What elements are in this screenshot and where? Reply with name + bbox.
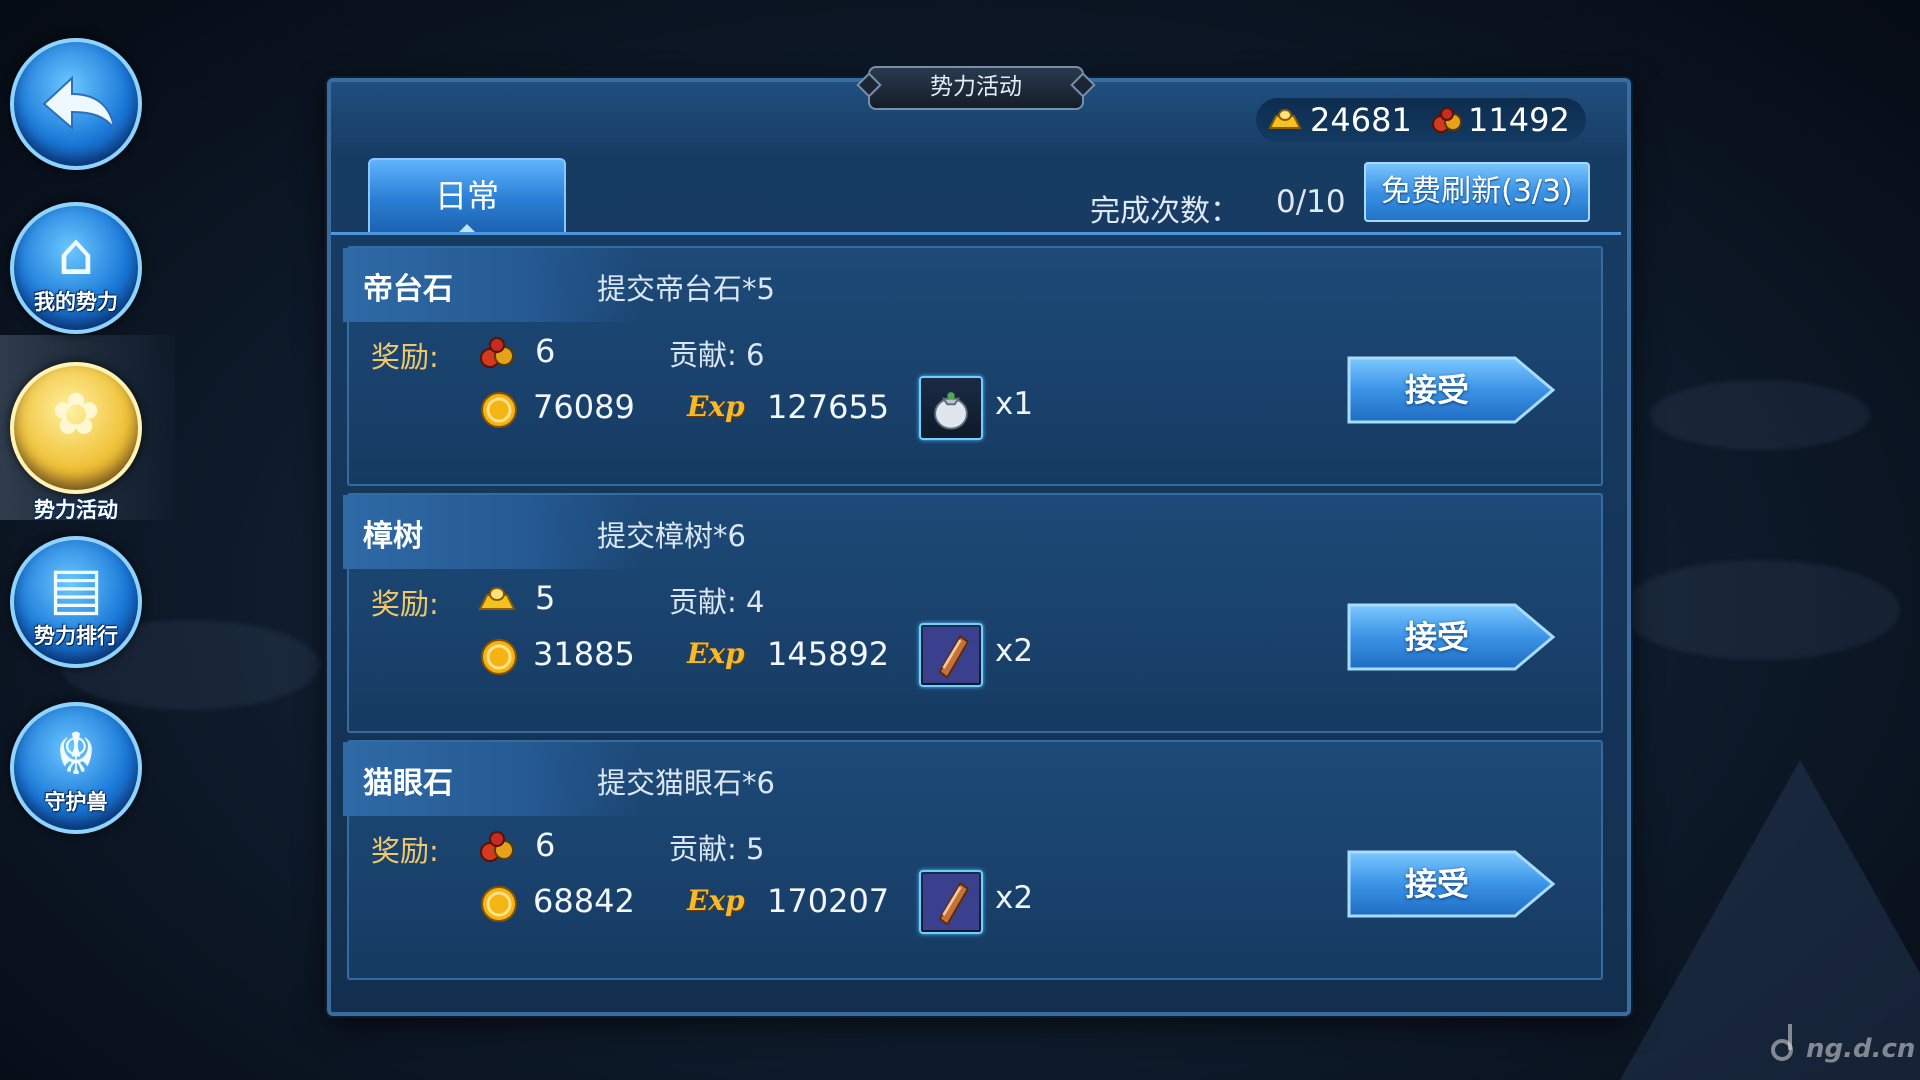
contribution-value: 贡献: 6 (669, 338, 765, 372)
tab-daily[interactable]: 日常 (368, 158, 566, 232)
task-desc: 提交樟树*6 (597, 519, 746, 553)
complete-count-value: 0/10 (1276, 184, 1346, 220)
panel-title: 势力活动 (868, 66, 1084, 110)
gold-amount: 24681 (1310, 101, 1412, 139)
guardian-beast-icon: ☬ (55, 720, 97, 788)
reward-item-slot[interactable] (919, 376, 983, 440)
exp-value: 127655 (767, 388, 890, 426)
exp-value: 170207 (767, 882, 890, 920)
nav-faction-activity[interactable]: ✿ 势力活动 (10, 362, 142, 522)
task-card: 樟树 提交樟树*6 奖励: 5 贡献: 4 31885 Exp 145892 x2 接受 (343, 493, 1603, 733)
accept-button[interactable]: 接受 (1347, 354, 1557, 426)
gold-ingot-icon (1268, 109, 1302, 129)
item-quantity: x1 (995, 386, 1034, 422)
free-refresh-button[interactable]: 免费刷新(3/3) (1364, 162, 1590, 222)
tab-divider (331, 232, 1621, 235)
reward-item-slot[interactable] (919, 623, 983, 687)
coin-value: 68842 (533, 882, 635, 920)
scroll-icon (923, 874, 979, 934)
accept-label: 接受 (1404, 371, 1469, 409)
nav-my-faction[interactable]: ⌂ 我的势力 (10, 202, 142, 334)
back-button[interactable] (10, 38, 142, 170)
contribution-value: 贡献: 4 (669, 585, 765, 619)
task-card: 猫眼石 提交猫眼石*6 奖励: 6 贡献: 5 68842 Exp 170207 x2 接受 (343, 740, 1603, 980)
accept-label: 接受 (1404, 618, 1469, 656)
tab-label: 日常 (434, 177, 499, 215)
reward-item-slot[interactable] (919, 870, 983, 934)
exp-label: Exp (687, 884, 745, 917)
task-name: 帝台石 (363, 272, 453, 307)
reward-value: 5 (535, 579, 556, 617)
coin-icon (479, 884, 519, 924)
coin-value: 76089 (533, 388, 635, 426)
gift-pouch-icon (477, 826, 517, 866)
scroll-icon (923, 627, 979, 687)
task-desc: 提交猫眼石*6 (597, 766, 775, 800)
back-arrow-icon (42, 75, 116, 132)
nav-label: 势力活动 (34, 498, 118, 522)
watermark: ng.d.cn (1768, 1018, 1915, 1068)
exp-value: 145892 (767, 635, 890, 673)
watermark-text: ng.d.cn (1806, 1034, 1916, 1064)
item-quantity: x2 (995, 880, 1034, 916)
task-desc: 提交帝台石*5 (597, 272, 775, 306)
accept-button[interactable]: 接受 (1347, 848, 1557, 920)
coin-icon (479, 390, 519, 430)
reward-label: 奖励: (371, 834, 439, 868)
reward-value: 6 (535, 332, 556, 370)
accept-label: 接受 (1404, 865, 1469, 903)
gold-ingot-icon (477, 579, 517, 619)
accept-button[interactable]: 接受 (1347, 601, 1557, 673)
task-name: 樟树 (363, 519, 423, 554)
nav-faction-ranking[interactable]: ▤ 势力排行 (10, 536, 142, 668)
gift-pouch-icon (477, 332, 517, 372)
tab-caret-icon (459, 224, 475, 232)
bg-cloud (1650, 380, 1870, 450)
exp-label: Exp (687, 390, 745, 423)
nav-label: 势力排行 (34, 624, 118, 648)
gift-pouch-icon (1432, 107, 1462, 133)
nav-label: 我的势力 (34, 290, 118, 314)
bg-cloud (1620, 560, 1900, 660)
currency-bar: 24681 11492 (1256, 98, 1586, 142)
reward-label: 奖励: (371, 587, 439, 621)
complete-count-label: 完成次数： (1090, 194, 1240, 229)
coin-value: 31885 (533, 635, 635, 673)
faction-ranking-icon: ▤ (48, 554, 104, 622)
nav-guardian-beast[interactable]: ☬ 守护兽 (10, 702, 142, 834)
task-name: 猫眼石 (363, 766, 453, 801)
faction-activity-icon: ✿ (51, 380, 101, 448)
silver-pouch-icon (923, 380, 979, 440)
nav-label: 守护兽 (44, 790, 108, 814)
reward-label: 奖励: (371, 340, 439, 374)
exp-label: Exp (687, 637, 745, 670)
contribution-amount: 11492 (1468, 101, 1570, 139)
item-quantity: x2 (995, 633, 1034, 669)
task-card: 帝台石 提交帝台石*5 奖励: 6 贡献: 6 76089 Exp 127655 x1 接受 (343, 246, 1603, 486)
reward-value: 6 (535, 826, 556, 864)
faction-hall-icon: ⌂ (57, 220, 95, 288)
contribution-value: 贡献: 5 (669, 832, 765, 866)
coin-icon (479, 637, 519, 677)
